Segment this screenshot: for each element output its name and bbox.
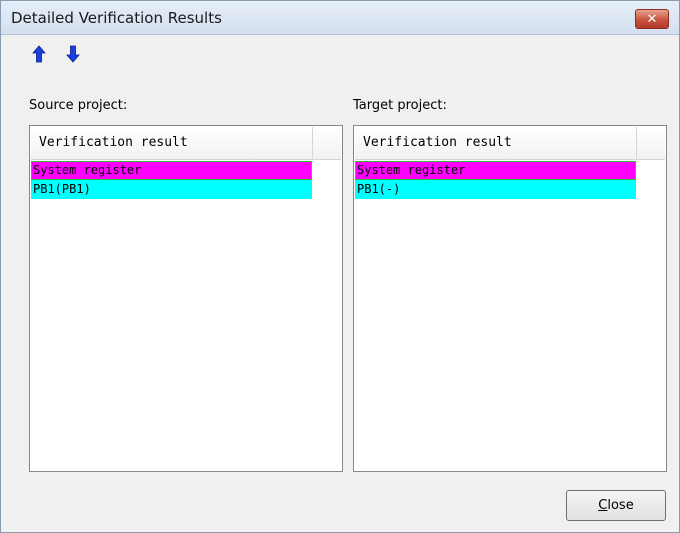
source-project-label: Source project: — [29, 98, 128, 113]
target-header-row: Verification result — [355, 127, 665, 160]
target-column-header[interactable]: Verification result — [355, 127, 637, 159]
close-mnemonic: C — [598, 498, 608, 513]
source-results-list[interactable]: Verification result System register PB1(… — [29, 125, 343, 472]
close-icon: ✕ — [646, 11, 658, 27]
window-title: Detailed Verification Results — [11, 9, 222, 27]
source-header-row: Verification result — [31, 127, 341, 160]
list-item[interactable]: PB1(-) — [355, 180, 636, 199]
previous-difference-button[interactable] — [30, 43, 48, 65]
source-header-filler — [313, 127, 341, 159]
arrow-down-icon — [66, 45, 80, 63]
next-difference-button[interactable] — [64, 43, 82, 65]
target-header-filler — [637, 127, 665, 159]
target-results-list[interactable]: Verification result System register PB1(… — [353, 125, 667, 472]
list-item[interactable]: System register — [355, 161, 636, 180]
window-close-button[interactable]: ✕ — [635, 9, 669, 29]
source-column-header[interactable]: Verification result — [31, 127, 313, 159]
target-project-label: Target project: — [353, 98, 447, 113]
title-bar[interactable]: Detailed Verification Results ✕ — [1, 1, 679, 35]
close-button[interactable]: Close — [566, 490, 666, 521]
verification-dialog: Detailed Verification Results ✕ Source p… — [0, 0, 680, 533]
list-item[interactable]: PB1(PB1) — [31, 180, 312, 199]
arrow-up-icon — [32, 45, 46, 63]
list-item[interactable]: System register — [31, 161, 312, 180]
close-label-rest: lose — [607, 498, 634, 513]
